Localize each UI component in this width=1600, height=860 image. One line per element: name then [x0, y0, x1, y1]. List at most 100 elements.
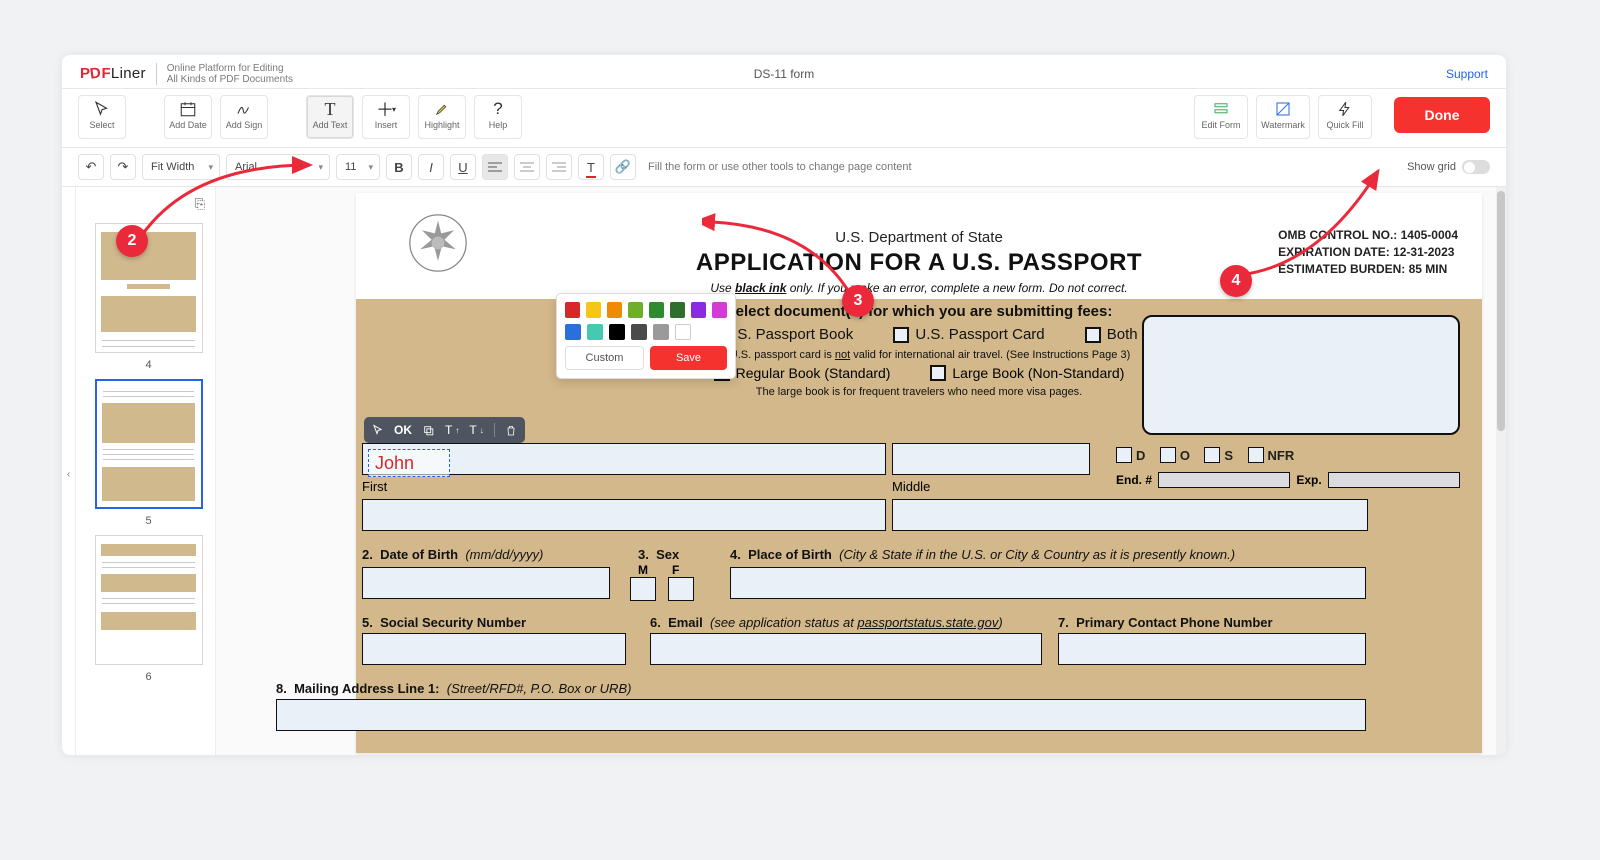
color-swatch[interactable] — [712, 302, 727, 318]
show-grid-toggle[interactable]: Show grid — [1407, 160, 1490, 174]
color-swatch[interactable] — [565, 302, 580, 318]
mini-increase-font-icon[interactable]: T↑ — [445, 423, 459, 437]
mini-delete-icon[interactable] — [505, 424, 517, 437]
panel-settings-icon[interactable]: ⎘ — [191, 195, 209, 213]
flag-d[interactable]: D — [1116, 447, 1145, 463]
quick-fill-tool[interactable]: Quick Fill — [1318, 95, 1372, 139]
flag-s[interactable]: S — [1204, 447, 1233, 463]
add-date-tool[interactable]: Add Date — [164, 95, 212, 139]
sex-label: 3. Sex — [638, 547, 679, 562]
watermark-tool[interactable]: Watermark — [1256, 95, 1310, 139]
text-icon: T — [325, 98, 336, 120]
mini-cursor-icon[interactable] — [372, 424, 384, 436]
color-swatch[interactable] — [675, 324, 691, 340]
email-field[interactable] — [650, 633, 1042, 665]
canvas-scrollbar[interactable] — [1496, 187, 1506, 755]
color-swatch[interactable] — [631, 324, 647, 340]
color-swatch[interactable] — [653, 324, 669, 340]
flag-o[interactable]: O — [1160, 447, 1190, 463]
format-bar: ↶ ↷ Fit Width Arial 11 B I U T 🔗 Fill th… — [62, 148, 1506, 187]
text-color-button[interactable]: T — [578, 154, 604, 180]
font-select[interactable]: Arial — [226, 154, 330, 180]
phone-field[interactable] — [1058, 633, 1366, 665]
color-swatch[interactable] — [691, 302, 706, 318]
underline-button[interactable]: U — [450, 154, 476, 180]
add-sign-tool[interactable]: Add Sign — [220, 95, 268, 139]
checkbox-passport-card[interactable]: U.S. Passport Card — [893, 326, 1044, 343]
color-swatch[interactable] — [609, 324, 625, 340]
email-label: 6. Email (see application status at pass… — [650, 615, 1003, 630]
first-name-label: First — [362, 479, 387, 494]
color-row-1 — [565, 302, 727, 318]
align-center-button[interactable] — [514, 154, 540, 180]
checkbox-both[interactable]: Both — [1085, 326, 1138, 343]
mailing-label: 8. Mailing Address Line 1: (Street/RFD#,… — [276, 681, 631, 696]
body: ‹ ⎘ 4 5 — [62, 187, 1506, 755]
italic-button[interactable]: I — [418, 154, 444, 180]
bold-button[interactable]: B — [386, 154, 412, 180]
cursor-icon — [93, 98, 111, 120]
dob-label: 2. Date of Birth (mm/dd/yyyy) — [362, 547, 543, 562]
sex-f-field[interactable] — [668, 577, 694, 601]
mailing-field[interactable] — [276, 699, 1366, 731]
insert-tool[interactable]: ＋▾Insert — [362, 95, 410, 139]
middle-name-label: Middle — [892, 479, 930, 494]
name-row2-right[interactable] — [892, 499, 1368, 531]
select-tool[interactable]: Select — [78, 95, 126, 139]
photo-slot[interactable] — [1142, 315, 1460, 435]
text-overlay-john[interactable]: John — [368, 449, 450, 477]
middle-name-field[interactable] — [892, 443, 1090, 475]
edit-form-tool[interactable]: Edit Form — [1194, 95, 1248, 139]
text-mini-toolbar: OK T↑ T↓ — [364, 417, 525, 443]
done-button[interactable]: Done — [1394, 97, 1490, 133]
name-row2-left[interactable] — [362, 499, 886, 531]
font-size-select[interactable]: 11 — [336, 154, 380, 180]
support-link[interactable]: Support — [1446, 67, 1488, 81]
add-text-tool[interactable]: TAdd Text — [306, 95, 354, 139]
save-color-button[interactable]: Save — [650, 346, 727, 370]
flag-nfr[interactable]: NFR — [1248, 447, 1295, 463]
color-swatch[interactable] — [670, 302, 685, 318]
custom-color-button[interactable]: Custom — [565, 346, 644, 370]
undo-button[interactable]: ↶ — [78, 154, 104, 180]
annotation-badge-3: 3 — [842, 285, 874, 317]
dob-field[interactable] — [362, 567, 610, 599]
help-tool[interactable]: ?Help — [474, 95, 522, 139]
collapse-sidebar-button[interactable]: ‹ — [62, 187, 76, 755]
annotation-badge-4: 4 — [1220, 265, 1252, 297]
highlight-tool[interactable]: Highlight — [418, 95, 466, 139]
plus-icon: ＋▾ — [376, 98, 396, 120]
thumbnail-page-5[interactable]: 5 — [95, 379, 203, 527]
zoom-select[interactable]: Fit Width — [142, 154, 220, 180]
redo-button[interactable]: ↷ — [110, 154, 136, 180]
canvas[interactable]: OMB CONTROL NO.: 1405-0004 EXPIRATION DA… — [216, 187, 1506, 755]
color-swatch[interactable] — [607, 302, 622, 318]
sex-m-field[interactable] — [630, 577, 656, 601]
exp-field[interactable] — [1328, 472, 1460, 488]
sex-mf-labels: MF — [638, 563, 703, 577]
color-swatch[interactable] — [628, 302, 643, 318]
mini-decrease-font-icon[interactable]: T↓ — [469, 423, 483, 437]
form-title: APPLICATION FOR A U.S. PASSPORT — [356, 249, 1482, 277]
thumbnail-page-4[interactable]: 4 — [95, 223, 203, 371]
end-number-field[interactable] — [1158, 472, 1290, 488]
color-swatch[interactable] — [565, 324, 581, 340]
color-swatch[interactable] — [587, 324, 603, 340]
thumbnail-panel: ⎘ 4 5 — [76, 187, 216, 755]
ssn-field[interactable] — [362, 633, 626, 665]
align-left-button[interactable] — [482, 154, 508, 180]
link-button[interactable]: 🔗 — [610, 154, 636, 180]
checkbox-regular-book[interactable]: Regular Book (Standard) — [714, 365, 891, 381]
color-swatch[interactable] — [586, 302, 601, 318]
mini-ok-button[interactable]: OK — [394, 423, 412, 437]
format-hint: Fill the form or use other tools to chan… — [648, 161, 912, 173]
pob-field[interactable] — [730, 567, 1366, 599]
form-body: Select document(s) for which you are sub… — [356, 299, 1482, 753]
align-right-button[interactable] — [546, 154, 572, 180]
thumbnail-page-6[interactable]: 6 — [95, 535, 203, 683]
checkbox-large-book[interactable]: Large Book (Non-Standard) — [930, 365, 1124, 381]
highlighter-icon — [433, 98, 451, 120]
dos-flags: D O S NFR End. # Exp. — [1116, 447, 1460, 489]
color-swatch[interactable] — [649, 302, 664, 318]
mini-copy-icon[interactable] — [422, 424, 435, 437]
